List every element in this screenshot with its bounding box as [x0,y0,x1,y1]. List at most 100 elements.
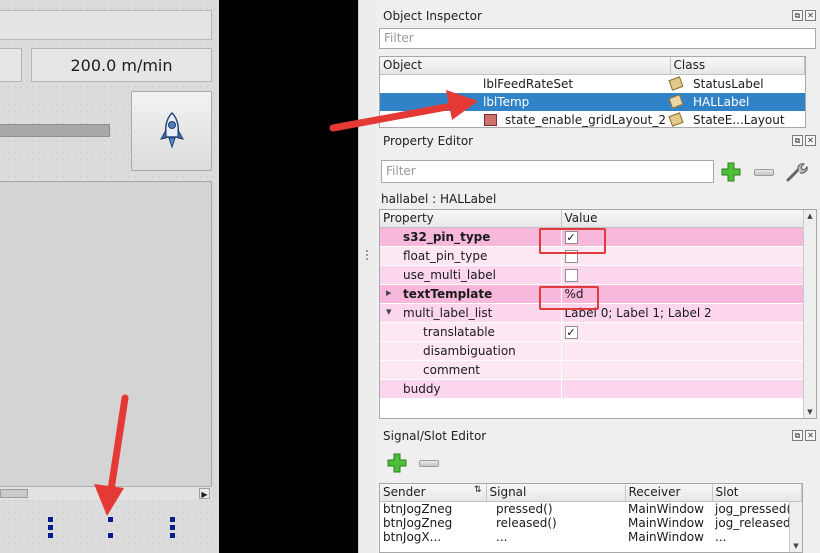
object-class: StatusLabel [693,76,764,91]
selection-handle[interactable] [48,525,53,530]
close-dock-icon[interactable]: ✕ [805,135,816,146]
dock-title-text: Property Editor [383,134,474,148]
dock-title-text: Signal/Slot Editor [383,429,487,443]
form-canvas[interactable]: 200.0 m/min ▶ [0,0,219,553]
property-row[interactable]: buddy [380,379,804,399]
property-row[interactable]: translatable ✓ [380,322,804,342]
object-filter-input[interactable]: Filter [379,28,816,49]
feed-rate-readout: 200.0 m/min [31,48,212,82]
column-header-property[interactable]: Property [380,210,562,228]
object-tree[interactable]: Object Class lblFeedRateSet StatusLabel lb… [379,56,806,128]
object-row[interactable]: state_enable_gridLayout_2 StateE...Layout [380,111,805,128]
property-name: buddy [403,382,441,396]
property-name: use_multi_label [403,268,496,282]
column-header-signal[interactable]: Signal [486,484,626,502]
wrench-icon [786,163,808,182]
property-scrollbar[interactable]: ▲ ▼ [803,210,816,418]
plus-icon [721,162,741,182]
object-class: StateE...Layout [693,112,785,127]
add-dynamic-property-button[interactable] [717,159,745,185]
selection-handle[interactable] [48,517,53,522]
plus-icon [387,453,407,473]
signal-slot-editor-dock: Signal/Slot Editor ⧉ ✕ Sender ⇅ Signal Re… [376,424,820,553]
selection-handle[interactable] [170,525,175,530]
connection-signal: ... [496,529,508,544]
close-dock-icon[interactable]: ✕ [805,10,816,21]
object-row[interactable]: lblFeedRateSet StatusLabel [380,75,805,93]
connections-table[interactable]: Sender ⇅ Signal Receiver Slot btnJogZneg p… [379,483,803,553]
connections-scrollbar[interactable]: ▼ [789,502,802,552]
float-dock-icon[interactable]: ⧉ [792,430,803,441]
property-name: comment [423,363,481,377]
minus-icon [419,459,439,467]
column-header-object[interactable]: Object [380,57,671,75]
object-tag-icon [668,93,684,109]
property-filter-input[interactable]: Filter [381,160,714,183]
top-panel [0,10,212,40]
property-row[interactable]: use_multi_label [380,265,804,285]
dock-title-text: Object Inspector [383,9,482,23]
scrollbar-thumb[interactable] [0,489,28,498]
object-tag-icon [668,75,684,91]
checkbox-unchecked[interactable] [564,269,578,282]
property-name: disambiguation [423,344,516,358]
object-class: HALLabel [693,94,750,109]
scroll-down-arrow-icon[interactable]: ▼ [805,407,815,417]
float-dock-icon[interactable]: ⧉ [792,135,803,146]
property-object-label: hallabel : HALLabel [381,192,497,206]
property-name: textTemplate [403,287,493,301]
checkbox-checked[interactable]: ✓ [564,326,578,339]
column-header-class[interactable]: Class [670,57,805,75]
property-name: multi_label_list [403,306,493,320]
signal-slot-title: Signal/Slot Editor ⧉ ✕ [376,426,820,446]
connection-row[interactable]: btnJogZneg pressed() MainWindow jog_pressed… [380,501,802,516]
close-dock-icon[interactable]: ✕ [805,430,816,441]
remove-property-button[interactable] [750,159,778,185]
dock-splitter[interactable] [358,0,376,553]
rocket-button[interactable] [131,91,212,171]
configure-button[interactable] [781,159,811,185]
column-header-slot[interactable]: Slot [712,484,802,502]
annotation-box-s32 [539,228,606,254]
horizontal-scrollbar[interactable]: ▶ [0,486,212,500]
selection-handle[interactable] [170,517,175,522]
property-name: s32_pin_type [403,229,491,244]
object-row[interactable]: lblTemp HALLabel [380,92,805,111]
blank-button[interactable] [0,48,22,82]
property-row[interactable]: disambiguation [380,341,804,361]
column-header-sender[interactable]: Sender ⇅ [380,484,487,502]
column-header-value[interactable]: Value [561,210,816,228]
expand-right-icon[interactable]: ▸ [386,286,392,299]
minus-icon [754,168,774,176]
selection-handle[interactable] [108,517,113,522]
feed-slider[interactable] [0,124,110,137]
column-header-receiver[interactable]: Receiver [625,484,713,502]
sort-arrow-icon: ⇅ [473,485,482,496]
object-name: lblFeedRateSet [483,76,574,91]
scroll-up-arrow-icon[interactable]: ▲ [805,211,815,221]
float-dock-icon[interactable]: ⧉ [792,10,803,21]
connection-signal: released() [496,515,557,530]
jog-panel [0,181,212,499]
connection-receiver: MainWindow [628,529,704,544]
add-connection-button[interactable] [385,452,409,474]
layout-icon [484,113,497,126]
property-row[interactable]: comment [380,360,804,380]
connection-row[interactable]: btnJogX...... MainWindow... [380,530,802,544]
property-editor-title: Property Editor ⧉ ✕ [376,131,820,151]
object-inspector-dock: Object Inspector ⧉ ✕ Filter Object Class… [376,6,820,128]
selection-handle[interactable] [48,533,53,538]
selection-handle[interactable] [108,533,113,538]
scroll-down-arrow-icon[interactable]: ▼ [791,541,801,551]
property-name: float_pin_type [403,249,488,263]
connection-receiver: MainWindow [628,501,704,516]
scroll-right-arrow-icon[interactable]: ▶ [199,488,210,499]
connection-row[interactable]: btnJogZneg released() MainWindow jog_releas… [380,516,802,530]
property-name: translatable [423,325,495,339]
annotation-box-template [539,286,599,310]
expand-down-icon[interactable]: ▾ [386,305,392,318]
connection-signal: pressed() [496,501,553,516]
selection-handle[interactable] [170,533,175,538]
connection-sender: btnJogX... [383,529,442,544]
remove-connection-button[interactable] [417,454,441,472]
